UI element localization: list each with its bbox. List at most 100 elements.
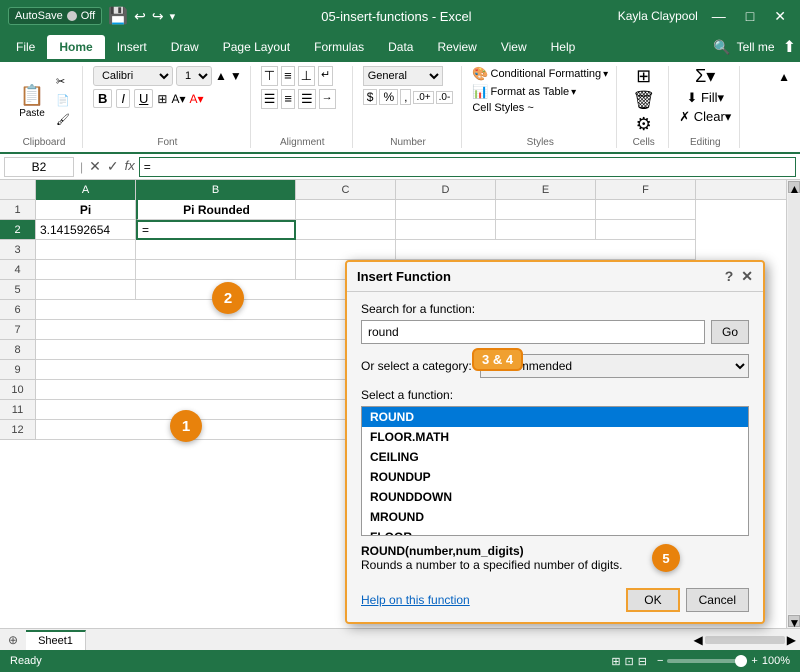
page-break-icon[interactable]: ⊟ <box>638 655 647 668</box>
format-table-btn[interactable]: Format as Table <box>491 86 570 98</box>
tab-file[interactable]: File <box>4 35 47 59</box>
align-center-icon[interactable]: ≡ <box>281 89 295 109</box>
conditional-formatting-btn[interactable]: Conditional Formatting <box>491 68 602 80</box>
clipboard-label: Clipboard <box>23 137 66 148</box>
new-sheet-btn[interactable]: ⊕ <box>0 630 26 650</box>
number-label: Number <box>390 137 426 148</box>
align-left-icon[interactable]: ☰ <box>261 89 279 109</box>
function-ceiling[interactable]: CEILING <box>362 447 748 467</box>
close-btn[interactable]: ✕ <box>768 6 792 27</box>
tab-data[interactable]: Data <box>376 35 425 59</box>
indent-icon[interactable]: → <box>319 89 336 109</box>
search-icon[interactable]: 🔍 <box>713 39 730 56</box>
function-roundup[interactable]: ROUNDUP <box>362 467 748 487</box>
increase-font-icon[interactable]: ▲ <box>215 69 227 83</box>
comma-icon[interactable]: , <box>400 89 411 105</box>
copy-button[interactable]: 📄 <box>52 92 74 109</box>
ok-button[interactable]: OK <box>626 588 679 612</box>
formula-input[interactable] <box>139 157 796 177</box>
function-description: ROUND(number,num_digits) Rounds a number… <box>361 544 749 580</box>
confirm-formula-icon[interactable]: ✓ <box>107 158 119 175</box>
underline-button[interactable]: U <box>134 89 153 108</box>
percent-icon[interactable]: % <box>379 89 398 105</box>
align-top-icon[interactable]: ⊤ <box>261 66 278 86</box>
tab-view[interactable]: View <box>489 35 539 59</box>
decrease-decimal-icon[interactable]: .0- <box>436 91 454 104</box>
currency-icon[interactable]: $ <box>363 89 378 105</box>
align-middle-icon[interactable]: ≡ <box>281 66 295 86</box>
cells-label: Cells <box>633 137 655 148</box>
bold-button[interactable]: B <box>93 89 112 108</box>
wrap-text-icon[interactable]: ↵ <box>318 66 333 86</box>
tab-review[interactable]: Review <box>425 35 488 59</box>
decrease-font-icon[interactable]: ▼ <box>230 69 242 83</box>
function-floor-math[interactable]: FLOOR.MATH <box>362 427 748 447</box>
dialog-help-icon[interactable]: ? <box>725 268 734 285</box>
format-table-icon: 📊 <box>472 84 488 100</box>
view-icons: ⊞ ⊡ ⊟ <box>611 655 647 668</box>
go-button[interactable]: Go <box>711 320 749 344</box>
font-size-select[interactable]: 14 <box>176 66 212 86</box>
font-family-select[interactable]: Calibri <box>93 66 173 86</box>
increase-decimal-icon[interactable]: .0+ <box>413 91 433 104</box>
number-format-select[interactable]: General <box>363 66 443 86</box>
dialog-close-icon[interactable]: ✕ <box>741 268 753 285</box>
sum-icon[interactable]: Σ▾ <box>695 66 715 87</box>
search-row: Go <box>361 320 749 344</box>
tab-draw[interactable]: Draw <box>159 35 211 59</box>
h-scroll-track[interactable] <box>705 636 785 644</box>
normal-view-icon[interactable]: ⊞ <box>611 655 620 668</box>
cancel-formula-icon[interactable]: ✕ <box>89 158 101 175</box>
horizontal-scroll[interactable]: ◀ ▶ <box>694 633 800 647</box>
tell-me-label[interactable]: Tell me <box>737 40 775 54</box>
italic-button[interactable]: I <box>116 89 130 108</box>
function-round[interactable]: ROUND <box>362 407 748 427</box>
format-cells-icon[interactable]: ⚙ <box>636 114 652 135</box>
conditional-chevron[interactable]: ▾ <box>603 69 608 80</box>
functions-list[interactable]: ROUND FLOOR.MATH CEILING ROUNDUP ROUNDDO… <box>361 406 749 536</box>
help-link[interactable]: Help on this function <box>361 593 470 607</box>
fill-icon[interactable]: ⬇ Fill▾ <box>686 90 724 106</box>
redo-icon[interactable]: ↪ <box>152 8 164 25</box>
fill-color-button[interactable]: A▾ <box>171 92 185 106</box>
undo-icon[interactable]: ↩ <box>134 8 146 25</box>
minimize-btn[interactable]: — <box>706 6 732 26</box>
cell-styles-btn[interactable]: Cell Styles ~ <box>472 102 533 114</box>
border-button[interactable]: ⊞ <box>157 92 167 106</box>
collapse-ribbon-icon[interactable]: ▲ <box>774 66 794 148</box>
tab-page-layout[interactable]: Page Layout <box>211 35 302 59</box>
font-color-button[interactable]: A▾ <box>189 92 203 106</box>
tab-insert[interactable]: Insert <box>105 35 159 59</box>
function-mround[interactable]: MROUND <box>362 507 748 527</box>
format-table-chevron[interactable]: ▾ <box>571 87 576 98</box>
tab-formulas[interactable]: Formulas <box>302 35 376 59</box>
paste-label: Paste <box>19 108 45 119</box>
zoom-out-btn[interactable]: − <box>657 655 663 667</box>
autosave-toggle[interactable]: AutoSave Off <box>8 7 102 25</box>
tab-home[interactable]: Home <box>47 35 104 59</box>
save-icon[interactable]: 💾 <box>108 6 128 26</box>
function-floor[interactable]: FLOOR <box>362 527 748 536</box>
zoom-slider[interactable] <box>667 659 747 663</box>
align-bottom-icon[interactable]: ⊥ <box>298 66 315 86</box>
cut-button[interactable]: ✂ <box>52 73 74 90</box>
category-label: Or select a category: <box>361 359 472 373</box>
cancel-button[interactable]: Cancel <box>686 588 749 612</box>
sheet-tab-sheet1[interactable]: Sheet1 <box>26 630 86 650</box>
name-box[interactable] <box>4 157 74 177</box>
zoom-in-btn[interactable]: + <box>751 655 757 667</box>
paste-button[interactable]: 📋 Paste <box>14 75 50 127</box>
tab-help[interactable]: Help <box>539 35 588 59</box>
clear-icon[interactable]: ✗ Clear▾ <box>679 109 731 125</box>
format-painter-button[interactable]: 🖌 <box>52 111 74 128</box>
share-icon[interactable]: ⬆ <box>783 37 796 57</box>
insert-cells-icon[interactable]: ⊞ <box>636 66 651 87</box>
delete-cells-icon[interactable]: 🗑 <box>632 90 655 111</box>
autosave-state: Off <box>81 10 95 22</box>
page-layout-icon[interactable]: ⊡ <box>625 655 634 668</box>
function-search-input[interactable] <box>361 320 705 344</box>
zoom-thumb <box>735 655 747 667</box>
function-rounddown[interactable]: ROUNDDOWN <box>362 487 748 507</box>
align-right-icon[interactable]: ☰ <box>298 89 316 109</box>
maximize-btn[interactable]: □ <box>740 6 760 26</box>
